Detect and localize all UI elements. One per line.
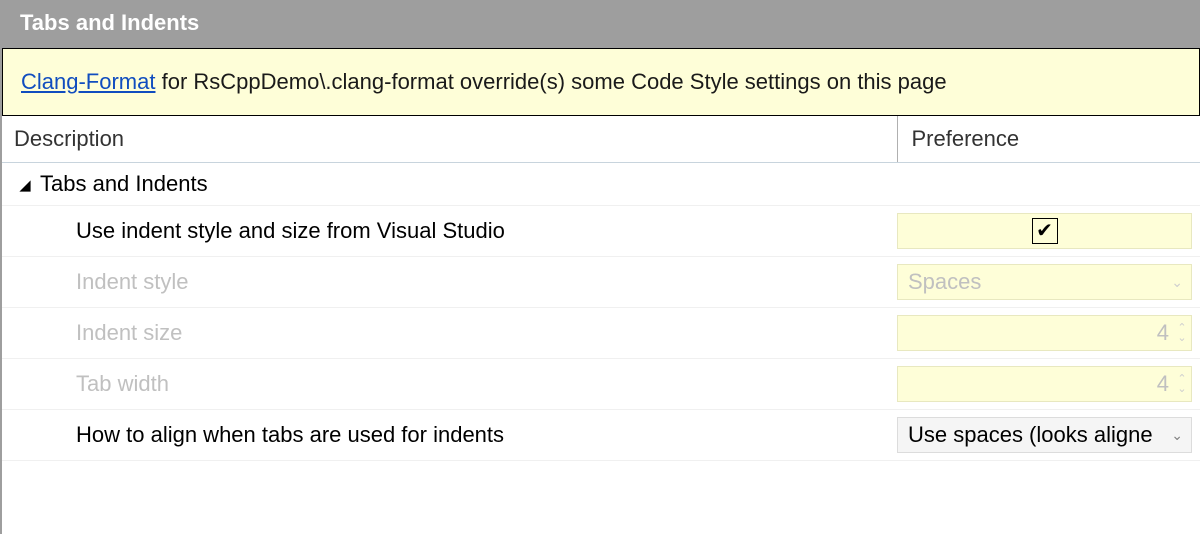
select-value: Spaces <box>908 269 981 295</box>
notice-text: for RsCppDemo\.clang-format override(s) … <box>155 69 946 94</box>
spinner-value: 4 <box>1157 371 1175 397</box>
row-indent-style: Indent style Spaces ⌄ <box>2 257 1200 308</box>
label-indent-size: Indent size <box>2 308 897 359</box>
checkbox-use-vs-indent[interactable]: ✔ <box>897 213 1192 249</box>
row-tab-width: Tab width 4 ⌃ ⌄ <box>2 359 1200 410</box>
spinner-down-icon[interactable]: ⌄ <box>1175 384 1189 394</box>
settings-table[interactable]: Description Preference Tabs and Indents … <box>2 116 1200 461</box>
chevron-down-icon: ⌄ <box>1171 274 1183 291</box>
label-use-vs-indent: Use indent style and size from Visual St… <box>2 206 897 257</box>
table-header-row: Description Preference <box>2 116 1200 163</box>
spinner-indent-size[interactable]: 4 ⌃ ⌄ <box>897 315 1192 351</box>
row-align-tabs: How to align when tabs are used for inde… <box>2 410 1200 461</box>
spinner-value: 4 <box>1157 320 1175 346</box>
select-align-tabs[interactable]: Use spaces (looks aligne ⌄ <box>897 417 1192 453</box>
check-icon: ✔ <box>1036 221 1053 241</box>
chevron-down-icon: ⌄ <box>1171 427 1183 444</box>
row-use-vs-indent: Use indent style and size from Visual St… <box>2 206 1200 257</box>
panel-title: Tabs and Indents <box>2 0 1200 48</box>
spinner-down-icon[interactable]: ⌄ <box>1175 333 1189 343</box>
spinner-tab-width[interactable]: 4 ⌃ ⌄ <box>897 366 1192 402</box>
column-preference[interactable]: Preference <box>897 116 1200 163</box>
clang-format-notice: Clang-Format for RsCppDemo\.clang-format… <box>2 48 1200 116</box>
label-align-tabs: How to align when tabs are used for inde… <box>2 410 897 461</box>
column-description[interactable]: Description <box>2 116 897 163</box>
label-tab-width: Tab width <box>2 359 897 410</box>
clang-format-link[interactable]: Clang-Format <box>21 69 155 94</box>
select-indent-style[interactable]: Spaces ⌄ <box>897 264 1192 300</box>
group-tabs-and-indents[interactable]: Tabs and Indents <box>2 163 1200 206</box>
row-indent-size: Indent size 4 ⌃ ⌄ <box>2 308 1200 359</box>
group-label: Tabs and Indents <box>40 171 208 196</box>
select-value: Use spaces (looks aligne <box>908 422 1153 448</box>
label-indent-style: Indent style <box>2 257 897 308</box>
expand-icon[interactable] <box>18 179 32 193</box>
